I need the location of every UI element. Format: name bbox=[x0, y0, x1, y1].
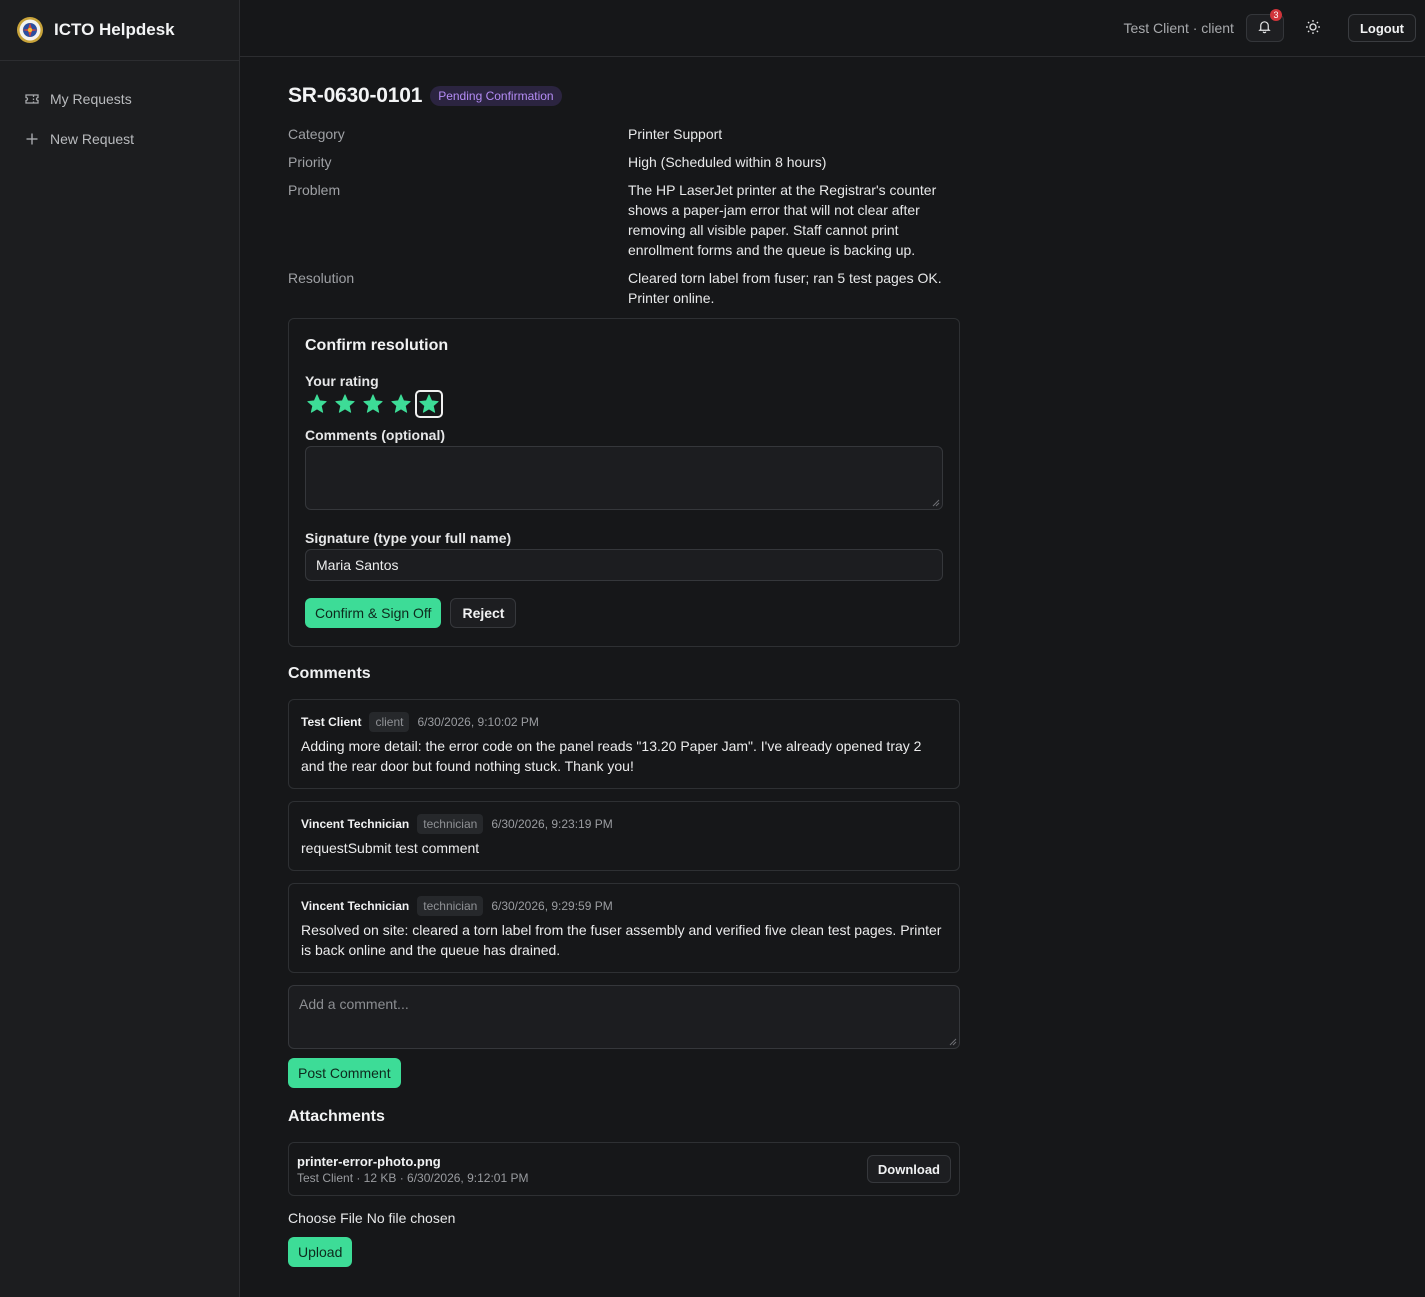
logout-button[interactable]: Logout bbox=[1347, 14, 1416, 42]
comment-time: 6/30/2026, 9:29:59 PM bbox=[491, 899, 613, 913]
brand[interactable]: ICTO Helpdesk bbox=[0, 0, 239, 61]
resize-grip-icon[interactable] bbox=[932, 499, 940, 507]
no-file-label: No file chosen bbox=[366, 1210, 456, 1226]
confirm-actions: Confirm & Sign Off Reject bbox=[305, 598, 943, 628]
star-icon[interactable] bbox=[305, 392, 329, 416]
star-icon[interactable] bbox=[389, 392, 413, 416]
star-icon[interactable] bbox=[361, 392, 385, 416]
reject-button[interactable]: Reject bbox=[450, 598, 517, 628]
seal-logo-icon bbox=[16, 16, 44, 44]
star-icon[interactable] bbox=[333, 392, 357, 416]
confirm-comments-field[interactable] bbox=[305, 446, 943, 510]
file-picker[interactable]: Choose File No file chosen bbox=[288, 1210, 960, 1226]
ticket-header: SR-0630-0101 Pending Confirmation bbox=[288, 80, 960, 112]
download-button[interactable]: Download bbox=[866, 1155, 951, 1183]
star-icon[interactable] bbox=[415, 390, 443, 418]
comment-time: 6/30/2026, 9:23:19 PM bbox=[491, 817, 613, 831]
sidebar-item-label: My Requests bbox=[50, 91, 132, 107]
detail-label: Resolution bbox=[288, 270, 355, 286]
confirm-sign-off-button[interactable]: Confirm & Sign Off bbox=[305, 598, 442, 628]
comment-meta: Vincent Technician technician 6/30/2026,… bbox=[301, 896, 947, 916]
notifications-button[interactable]: 3 bbox=[1245, 9, 1284, 42]
comment-body: Resolved on site: cleared a torn label f… bbox=[301, 922, 942, 958]
comment-meta: Test Client client 6/30/2026, 9:10:02 PM bbox=[301, 712, 947, 732]
star-rating[interactable] bbox=[305, 390, 943, 418]
comment-time: 6/30/2026, 9:10:02 PM bbox=[417, 715, 539, 729]
sidebar: ICTO Helpdesk My Requests New Request bbox=[0, 0, 240, 1297]
upload-button[interactable]: Upload bbox=[288, 1237, 353, 1267]
detail-value: Printer Support bbox=[628, 126, 723, 142]
add-comment-field[interactable]: Add a comment... bbox=[288, 985, 960, 1049]
attachment-item: printer-error-photo.png Test Client · 12… bbox=[288, 1142, 960, 1196]
comment-meta: Vincent Technician technician 6/30/2026,… bbox=[301, 814, 947, 834]
detail-label: Priority bbox=[288, 154, 332, 170]
sidebar-nav: My Requests New Request bbox=[0, 61, 239, 159]
detail-value: High (Scheduled within 8 hours) bbox=[628, 154, 827, 170]
ticket-icon bbox=[24, 91, 40, 107]
detail-value: Cleared torn label from fuser; ran 5 tes… bbox=[628, 270, 942, 306]
attachment-meta: Test Client · 12 KB · 6/30/2026, 9:12:01… bbox=[297, 1170, 529, 1185]
rating-label: Your rating bbox=[305, 373, 379, 389]
resize-grip-icon[interactable] bbox=[949, 1038, 957, 1046]
role-tag: technician bbox=[417, 814, 484, 834]
current-user-label: Test Client · client bbox=[1123, 20, 1234, 36]
signature-label: Signature (type your full name) bbox=[305, 530, 512, 546]
comments-label: Comments (optional) bbox=[305, 427, 445, 443]
notification-count-badge: 3 bbox=[1269, 9, 1282, 21]
role-tag: technician bbox=[417, 896, 484, 916]
detail-row-priority: Priority High (Scheduled within 8 hours) bbox=[288, 152, 960, 172]
theme-toggle-button[interactable] bbox=[1294, 14, 1332, 42]
choose-file-button[interactable]: Choose File bbox=[288, 1210, 363, 1226]
comment-body: requestSubmit test comment bbox=[301, 840, 480, 856]
sidebar-item-label: New Request bbox=[50, 131, 135, 147]
detail-label: Category bbox=[288, 126, 345, 142]
comment-item: Vincent Technician technician 6/30/2026,… bbox=[288, 883, 960, 973]
attachment-info: printer-error-photo.png Test Client · 12… bbox=[297, 1154, 528, 1185]
detail-row-problem: Problem The HP LaserJet printer at the R… bbox=[288, 180, 960, 260]
comment-body: Adding more detail: the error code on th… bbox=[301, 738, 922, 774]
comment-item: Test Client client 6/30/2026, 9:10:02 PM… bbox=[288, 699, 960, 789]
bell-icon bbox=[1257, 19, 1272, 37]
sidebar-item-new-request[interactable]: New Request bbox=[0, 119, 239, 159]
confirm-title: Confirm resolution bbox=[305, 337, 449, 354]
sun-icon bbox=[1305, 19, 1321, 38]
signature-value: Maria Santos bbox=[316, 557, 399, 573]
role-tag: client bbox=[369, 712, 410, 732]
attachments-heading: Attachments bbox=[288, 1108, 385, 1125]
status-badge: Pending Confirmation bbox=[430, 86, 562, 106]
ticket-id: SR-0630-0101 bbox=[288, 84, 423, 107]
attachment-name: printer-error-photo.png bbox=[297, 1153, 441, 1169]
post-comment-button[interactable]: Post Comment bbox=[288, 1058, 401, 1088]
app-name: ICTO Helpdesk bbox=[54, 20, 175, 39]
ticket-details: Category Printer Support Priority High (… bbox=[288, 124, 960, 308]
plus-icon bbox=[24, 131, 40, 147]
detail-row-category: Category Printer Support bbox=[288, 124, 960, 144]
comment-author: Vincent Technician bbox=[301, 899, 410, 913]
detail-value: The HP LaserJet printer at the Registrar… bbox=[628, 182, 937, 258]
detail-label: Problem bbox=[288, 182, 341, 198]
main-content: SR-0630-0101 Pending Confirmation Catego… bbox=[288, 80, 960, 1267]
comment-item: Vincent Technician technician 6/30/2026,… bbox=[288, 801, 960, 871]
comments-heading: Comments bbox=[288, 665, 371, 682]
detail-row-resolution: Resolution Cleared torn label from fuser… bbox=[288, 268, 960, 308]
add-comment-placeholder: Add a comment... bbox=[299, 996, 409, 1012]
comment-author: Test Client bbox=[301, 715, 362, 729]
sidebar-item-my-requests[interactable]: My Requests bbox=[0, 79, 239, 119]
signature-field[interactable]: Maria Santos bbox=[305, 549, 943, 581]
comment-author: Vincent Technician bbox=[301, 817, 410, 831]
confirm-resolution-card: Confirm resolution Your rating Comments … bbox=[288, 318, 960, 647]
top-bar: Test Client · client 3 Logout bbox=[240, 0, 1425, 57]
